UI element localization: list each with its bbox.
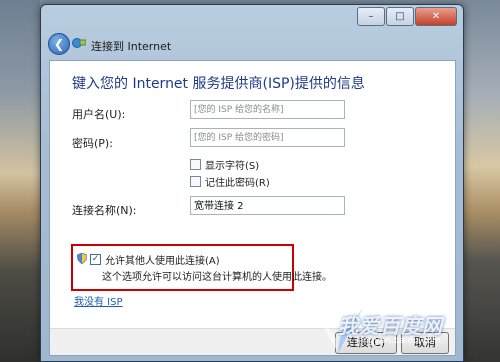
username-label: 用户名(U): [72,108,126,121]
uac-shield-icon [77,253,87,264]
allow-others-description: 这个选项允许可以访问这台计算机的人使用此连接。 [102,272,332,283]
caption-buttons: – □ ✕ [356,7,457,26]
network-globe-icon [72,38,86,48]
window-title: 连接到 Internet [91,40,172,53]
check-icon[interactable]: ✓ [90,254,101,265]
show-chars-label: 显示字符(S) [205,161,260,172]
cancel-button[interactable]: 取消 [401,332,449,354]
checkbox-box[interactable] [190,176,201,187]
show-chars-checkbox[interactable]: 显示字符(S) [190,157,259,172]
no-isp-link[interactable]: 我没有 ISP [74,293,123,308]
connection-name-input[interactable]: 宽带连接 2 [190,196,345,215]
password-label: 密码(P): [72,137,113,150]
button-bar: 连接(C) 取消 [50,328,455,355]
maximize-button[interactable]: □ [386,7,414,26]
remember-password-label: 记住此密码(R) [205,178,270,189]
minimize-button[interactable]: – [357,7,385,26]
desktop-background-left [0,0,40,362]
password-input[interactable]: [您的 ISP 给您的密码] [190,128,345,147]
connection-name-label: 连接名称(N): [72,204,137,217]
checkbox-box[interactable] [190,159,201,170]
desktop-background-right [462,0,500,362]
allow-others-checkbox[interactable]: ✓ 允许其他人使用此连接(A) [90,252,220,267]
connect-button[interactable]: 连接(C) [335,332,397,354]
back-arrow-icon[interactable]: ❮ [48,33,70,55]
close-button[interactable]: ✕ [415,7,457,26]
username-input[interactable]: [您的 ISP 给您的名称] [190,100,345,119]
connect-internet-window: – □ ✕ ❮ 连接到 Internet 键入您的 Internet 服务提供商… [40,4,464,362]
remember-password-checkbox[interactable]: 记住此密码(R) [190,174,270,189]
allow-others-label: 允许其他人使用此连接(A) [105,256,220,267]
title-bar: – □ ✕ [41,5,463,35]
page-heading: 键入您的 Internet 服务提供商(ISP)提供的信息 [72,76,365,92]
content-panel: 键入您的 Internet 服务提供商(ISP)提供的信息 用户名(U): [您… [49,60,456,356]
